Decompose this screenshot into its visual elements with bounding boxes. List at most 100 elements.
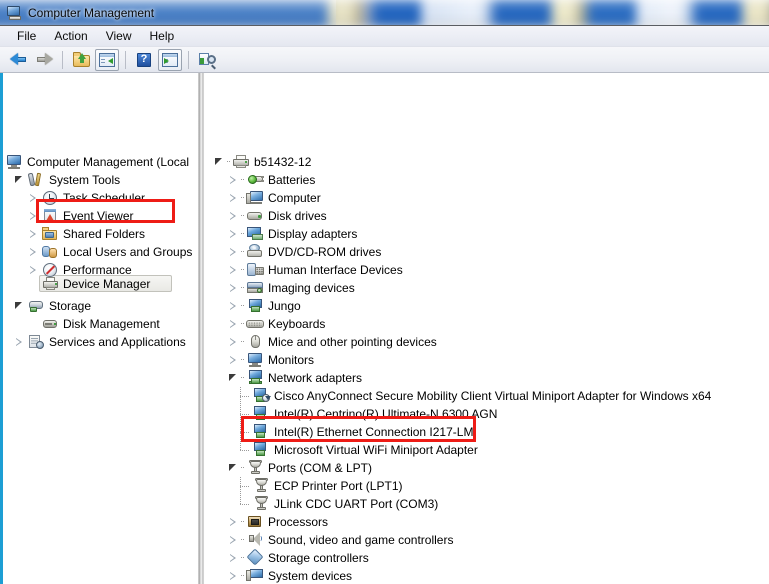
tree-item-intel-ethernet-i217-lm[interactable]: Intel(R) Ethernet Connection I217-LM	[239, 423, 473, 441]
expander-icon[interactable]	[225, 369, 241, 387]
tree-item-jungo[interactable]: Jungo	[225, 297, 301, 315]
services-icon	[27, 333, 47, 351]
tree-item-ports-com-lpt[interactable]: Ports (COM & LPT)	[225, 459, 372, 477]
tree-item-computer-management[interactable]: Computer Management (Local	[5, 153, 189, 171]
tree-item-imaging-devices[interactable]: Imaging devices	[225, 279, 355, 297]
tree-item-b51432-12[interactable]: b51432-12	[211, 153, 311, 171]
tree-item-intel-centrino-6300-agn[interactable]: Intel(R) Centrino(R) Ultimate-N 6300 AGN	[239, 405, 497, 423]
tree-item-computer[interactable]: Computer	[225, 189, 321, 207]
expander-icon[interactable]	[225, 315, 241, 333]
storage-icon	[27, 297, 47, 315]
expander-icon[interactable]	[225, 297, 241, 315]
tree-item-system-devices[interactable]: System devices	[225, 567, 352, 584]
expander-icon[interactable]	[225, 171, 241, 189]
expander-icon[interactable]	[225, 351, 241, 369]
show-hide-action-pane-button[interactable]	[158, 48, 182, 71]
tree-item-ecp-printer-port-lpt1[interactable]: ECP Printer Port (LPT1)	[239, 477, 402, 495]
tree-label: Computer	[268, 191, 321, 205]
menu-view[interactable]: View	[97, 27, 141, 45]
show-hide-console-tree-button[interactable]	[95, 48, 119, 71]
expander-icon[interactable]	[25, 261, 41, 279]
tree-label: Mice and other pointing devices	[268, 335, 437, 349]
port-icon	[252, 495, 272, 513]
expander-icon[interactable]	[25, 189, 41, 207]
help-button[interactable]: ?	[132, 49, 156, 71]
disk-drive-icon	[246, 207, 266, 225]
tree-label: JLink CDC UART Port (COM3)	[274, 497, 439, 511]
tree-label: Human Interface Devices	[268, 263, 403, 277]
menu-bar: File Action View Help	[0, 26, 769, 47]
event-viewer-icon	[41, 207, 61, 225]
tree-item-jlink-cdc-uart-port-com3[interactable]: JLink CDC UART Port (COM3)	[239, 495, 438, 513]
tree-item-mice-and-other-pointing-devices[interactable]: Mice and other pointing devices	[225, 333, 437, 351]
expander-icon[interactable]	[25, 225, 41, 243]
title-bar[interactable]: Computer Management	[0, 0, 769, 26]
tree-connector	[239, 423, 252, 441]
computer-icon	[246, 189, 266, 207]
expander-icon[interactable]	[225, 225, 241, 243]
expander-icon[interactable]	[225, 333, 241, 351]
expander-icon[interactable]	[225, 189, 241, 207]
tree-item-device-manager[interactable]: Device Manager	[41, 275, 150, 292]
tree-item-dvd-cdrom-drives[interactable]: DVD/CD-ROM drives	[225, 243, 381, 261]
console-tree-pane[interactable]: Computer Management (Local System Tools …	[3, 73, 196, 584]
tree-item-shared-folders[interactable]: Shared Folders	[25, 225, 145, 243]
console-tree-icon	[99, 52, 115, 67]
tree-connector	[239, 495, 252, 513]
menu-help[interactable]: Help	[141, 27, 184, 45]
expander-icon[interactable]	[225, 531, 241, 549]
tree-item-storage-controllers[interactable]: Storage controllers	[225, 548, 369, 567]
expander-icon[interactable]	[225, 549, 241, 567]
tree-item-services-and-applications[interactable]: Services and Applications	[11, 333, 186, 351]
expander-icon[interactable]	[225, 459, 241, 477]
forward-button[interactable]	[32, 49, 56, 71]
expander-icon[interactable]	[225, 513, 241, 531]
battery-icon	[246, 171, 266, 189]
tree-item-processors[interactable]: Processors	[225, 513, 328, 531]
storage-controller-icon	[246, 548, 266, 567]
expander-icon[interactable]	[25, 243, 41, 261]
tree-label: Disk Management	[63, 317, 160, 331]
tree-label: Disk drives	[268, 209, 327, 223]
expander-icon[interactable]	[225, 279, 241, 297]
tree-label: Shared Folders	[63, 227, 146, 241]
expander-icon[interactable]	[225, 261, 241, 279]
tree-item-local-users-and-groups[interactable]: Local Users and Groups	[25, 243, 192, 261]
tree-label: System devices	[268, 569, 353, 583]
tree-item-cisco-anyconnect-adapter[interactable]: Cisco AnyConnect Secure Mobility Client …	[239, 387, 711, 405]
tree-item-task-scheduler[interactable]: Task Scheduler	[25, 189, 145, 207]
properties-button[interactable]	[195, 49, 219, 71]
tree-item-keyboards[interactable]: Keyboards	[225, 315, 325, 333]
expander-icon[interactable]	[25, 207, 41, 225]
tree-item-monitors[interactable]: Monitors	[225, 351, 314, 369]
expander-icon[interactable]	[11, 333, 27, 351]
sound-icon	[246, 531, 266, 549]
tree-item-sound-video-and-game-controllers[interactable]: Sound, video and game controllers	[225, 531, 453, 549]
tree-item-disk-drives[interactable]: Disk drives	[225, 207, 327, 225]
tree-item-display-adapters[interactable]: Display adapters	[225, 225, 357, 243]
expander-icon[interactable]	[225, 207, 241, 225]
tree-item-human-interface-devices[interactable]: Human Interface Devices	[225, 261, 403, 279]
tree-item-batteries[interactable]: Batteries	[225, 171, 315, 189]
tree-item-microsoft-virtual-wifi-adapter[interactable]: Microsoft Virtual WiFi Miniport Adapter	[239, 441, 478, 459]
tree-item-system-tools[interactable]: System Tools	[11, 171, 120, 189]
menu-action[interactable]: Action	[45, 27, 96, 45]
toolbar-separator-1	[62, 50, 63, 69]
menu-file[interactable]: File	[8, 27, 45, 45]
tree-item-event-viewer[interactable]: Event Viewer	[25, 207, 133, 225]
tree-item-disk-management[interactable]: Disk Management	[41, 315, 160, 333]
expander-icon[interactable]	[11, 297, 27, 315]
expander-icon[interactable]	[225, 567, 241, 584]
users-icon	[41, 243, 61, 261]
tree-item-network-adapters[interactable]: Network adapters	[225, 369, 362, 387]
disk-management-icon	[41, 315, 61, 333]
expander-icon[interactable]	[211, 153, 227, 171]
pane-splitter[interactable]	[196, 73, 205, 584]
expander-icon[interactable]	[225, 243, 241, 261]
back-button[interactable]	[6, 49, 30, 71]
expander-icon[interactable]	[11, 171, 27, 189]
tree-connector	[239, 477, 252, 495]
device-manager-pane[interactable]: b51432-12 Batteries Computer Disk drives…	[205, 73, 769, 584]
tree-item-storage[interactable]: Storage	[11, 297, 91, 315]
up-one-level-button[interactable]	[69, 49, 93, 71]
